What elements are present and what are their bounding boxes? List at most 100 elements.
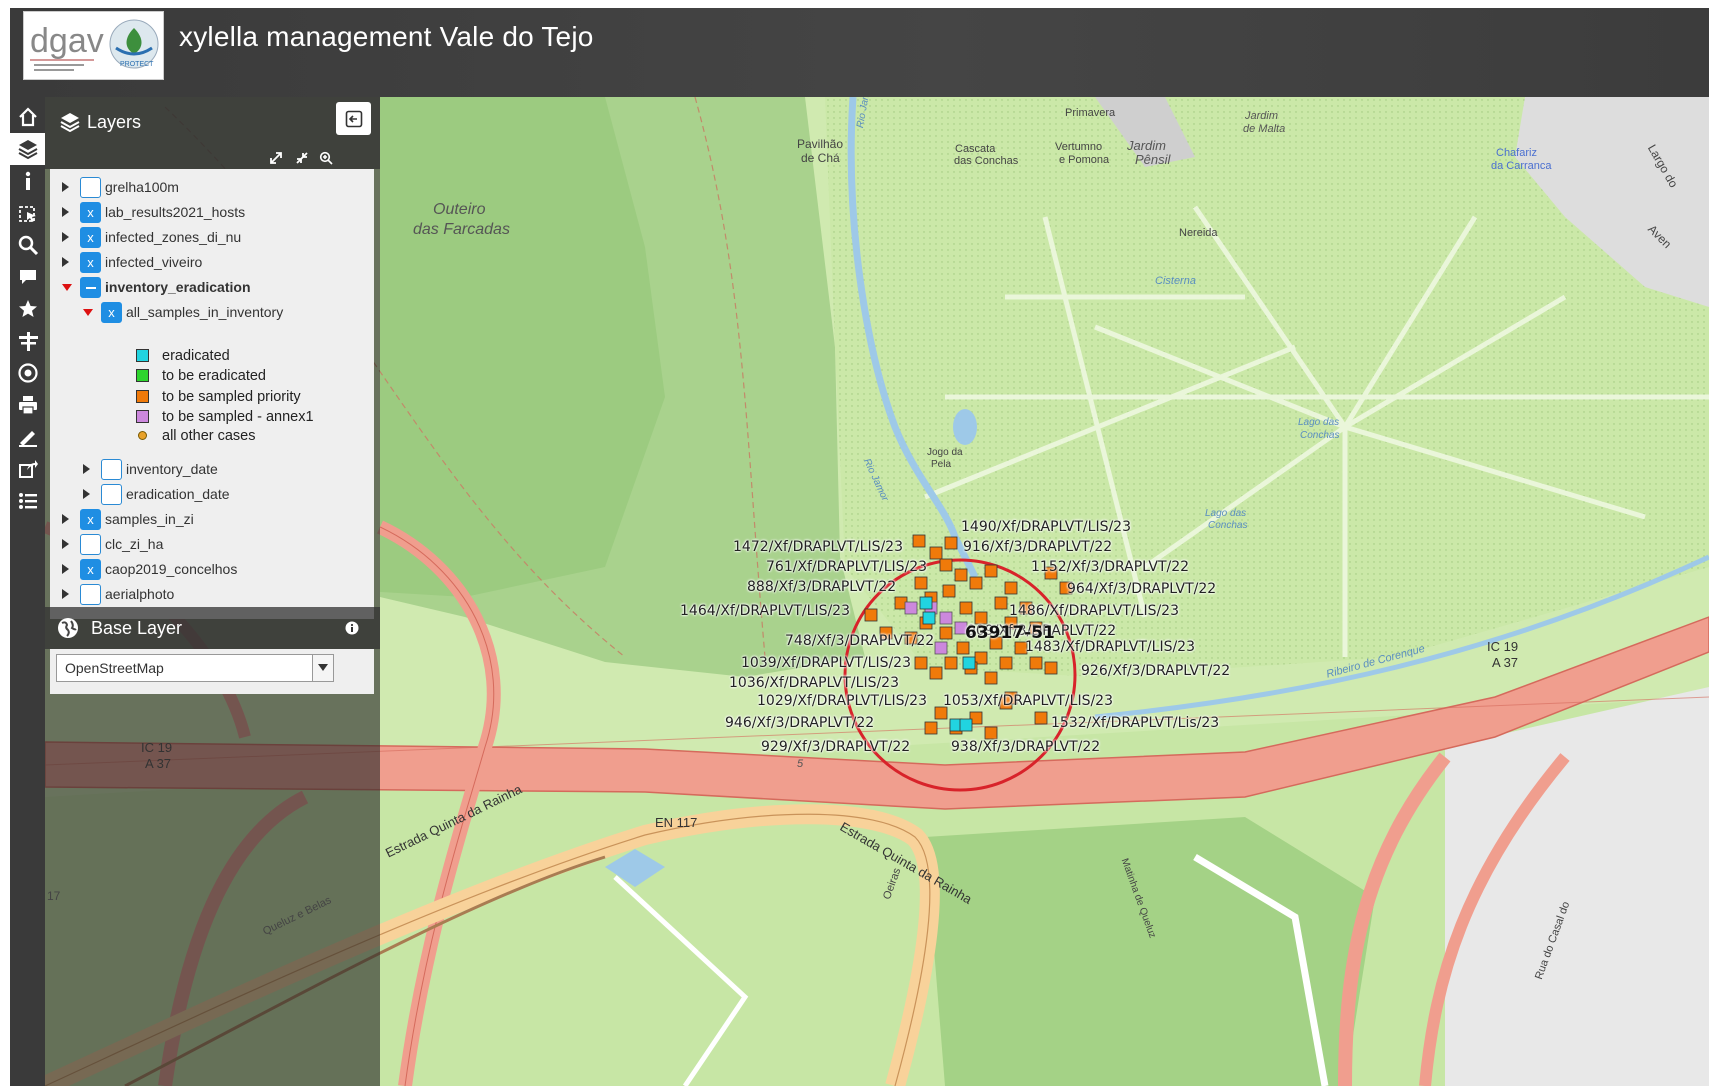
sample-marker[interactable]	[1034, 711, 1048, 725]
home-button[interactable]	[10, 101, 45, 133]
layer-label[interactable]: aerialphoto	[105, 586, 174, 602]
comment-button[interactable]	[10, 261, 45, 293]
caret-right-icon[interactable]	[62, 182, 69, 192]
sample-marker[interactable]	[939, 558, 953, 572]
layer-checkbox[interactable]: x	[80, 202, 101, 223]
caret-right-icon[interactable]	[62, 564, 69, 574]
layer-label[interactable]: inventory_eradication	[105, 279, 251, 295]
sample-marker[interactable]	[1044, 661, 1058, 675]
layers-button[interactable]	[10, 133, 45, 165]
base-layer-dropdown-button[interactable]	[312, 654, 334, 682]
expand-all-button[interactable]	[267, 149, 285, 167]
sample-marker[interactable]	[929, 666, 943, 680]
search-button[interactable]	[10, 229, 45, 261]
sample-marker[interactable]	[924, 721, 938, 735]
layer-checkbox[interactable]	[80, 177, 101, 198]
caret-right-icon[interactable]	[62, 514, 69, 524]
layer-checkbox[interactable]: x	[101, 302, 122, 323]
sample-marker[interactable]	[914, 576, 928, 590]
layer-label[interactable]: clc_zi_ha	[105, 536, 163, 552]
collapse-all-button[interactable]	[293, 149, 311, 167]
layer-label[interactable]: eradication_date	[126, 486, 230, 502]
target-button[interactable]	[10, 357, 45, 389]
sample-marker[interactable]	[984, 726, 998, 740]
bookmark-button[interactable]	[10, 293, 45, 325]
layer-label[interactable]: all_samples_in_inventory	[126, 304, 283, 320]
layer-checkbox[interactable]: x	[80, 559, 101, 580]
sample-label[interactable]: 1053/Xf/DRAPLVT/LIS/23	[943, 693, 1113, 709]
sample-label[interactable]: 1039/Xf/DRAPLVT/LIS/23	[741, 655, 911, 671]
sample-marker-eradicated[interactable]	[919, 596, 933, 610]
list-button[interactable]	[10, 485, 45, 517]
sample-label[interactable]: 1029/Xf/DRAPLVT/LIS/23	[757, 693, 927, 709]
sample-marker[interactable]	[959, 601, 973, 615]
sample-marker[interactable]	[984, 671, 998, 685]
sample-marker-annex[interactable]	[939, 611, 953, 625]
base-layer-select[interactable]: OpenStreetMap	[56, 654, 334, 682]
sample-label[interactable]: 1036/Xf/DRAPLVT/LIS/23	[729, 675, 899, 691]
layer-checkbox[interactable]	[101, 484, 122, 505]
road-button[interactable]	[10, 325, 45, 357]
select-button[interactable]	[10, 197, 45, 229]
sample-label[interactable]: 1464/Xf/DRAPLVT/LIS/23	[680, 603, 850, 619]
layer-label[interactable]: infected_viveiro	[105, 254, 202, 270]
layer-checkbox[interactable]: x	[80, 252, 101, 273]
caret-right-icon[interactable]	[83, 464, 90, 474]
sample-marker-annex[interactable]	[934, 641, 948, 655]
sample-marker-annex[interactable]	[904, 601, 918, 615]
sample-label[interactable]: 1152/Xf/3/DRAPLVT/22	[1031, 559, 1189, 575]
share-button[interactable]	[10, 453, 45, 485]
sample-marker[interactable]	[1029, 656, 1043, 670]
layer-label[interactable]: lab_results2021_hosts	[105, 204, 245, 220]
collapse-panel-button[interactable]	[336, 102, 371, 135]
sample-label[interactable]: 748/Xf/3/DRAPLVT/22	[785, 633, 934, 649]
measure-button[interactable]	[10, 421, 45, 453]
sample-label[interactable]: 1472/Xf/DRAPLVT/LIS/23	[733, 539, 903, 555]
info-button[interactable]	[10, 165, 45, 197]
sample-marker-eradicated[interactable]	[959, 718, 973, 732]
caret-down-icon[interactable]	[83, 309, 93, 316]
sample-label[interactable]: 946/Xf/3/DRAPLVT/22	[725, 715, 874, 731]
layer-checkbox[interactable]	[80, 584, 101, 605]
sample-label[interactable]: 1490/Xf/DRAPLVT/LIS/23	[961, 519, 1131, 535]
layer-checkbox[interactable]: x	[80, 227, 101, 248]
sample-marker-eradicated[interactable]	[922, 611, 936, 625]
sample-marker[interactable]	[864, 608, 878, 622]
caret-right-icon[interactable]	[62, 207, 69, 217]
sample-marker[interactable]	[984, 564, 998, 578]
layer-label[interactable]: grelha100m	[105, 179, 179, 195]
sample-marker[interactable]	[914, 656, 928, 670]
sample-label[interactable]: 929/Xf/3/DRAPLVT/22	[761, 739, 910, 755]
cluster-label[interactable]: 63917-51	[965, 623, 1055, 643]
sample-label[interactable]: 938/Xf/3/DRAPLVT/22	[951, 739, 1100, 755]
layer-checkbox[interactable]	[80, 534, 101, 555]
sample-marker[interactable]	[999, 656, 1013, 670]
caret-right-icon[interactable]	[62, 257, 69, 267]
sample-marker[interactable]	[912, 534, 926, 548]
caret-right-icon[interactable]	[62, 232, 69, 242]
sample-marker[interactable]	[956, 641, 970, 655]
zoom-to-layer-button[interactable]	[317, 149, 335, 167]
layer-label[interactable]: caop2019_concelhos	[105, 561, 237, 577]
sample-marker[interactable]	[944, 536, 958, 550]
layer-checkbox[interactable]	[101, 459, 122, 480]
sample-marker[interactable]	[969, 576, 983, 590]
layer-label[interactable]: inventory_date	[126, 461, 218, 477]
sample-marker[interactable]	[942, 584, 956, 598]
sample-marker-eradicated[interactable]	[962, 656, 976, 670]
caret-right-icon[interactable]	[62, 589, 69, 599]
layer-label[interactable]: samples_in_zi	[105, 511, 194, 527]
sample-label[interactable]: 888/Xf/3/DRAPLVT/22	[747, 579, 896, 595]
caret-right-icon[interactable]	[83, 489, 90, 499]
sample-label[interactable]: 964/Xf/3/DRAPLVT/22	[1067, 581, 1216, 597]
sample-marker[interactable]	[994, 596, 1008, 610]
sample-marker[interactable]	[954, 568, 968, 582]
caret-down-icon[interactable]	[62, 284, 72, 291]
layer-label[interactable]: infected_zones_di_nu	[105, 229, 241, 245]
sample-label[interactable]: 1486/Xf/DRAPLVT/LIS/23	[1009, 603, 1179, 619]
print-button[interactable]	[10, 389, 45, 421]
sample-label[interactable]: 916/Xf/3/DRAPLVT/22	[963, 539, 1112, 555]
sample-marker[interactable]	[929, 546, 943, 560]
layer-checkbox[interactable]	[80, 277, 101, 298]
sample-label[interactable]: 926/Xf/3/DRAPLVT/22	[1081, 663, 1230, 679]
